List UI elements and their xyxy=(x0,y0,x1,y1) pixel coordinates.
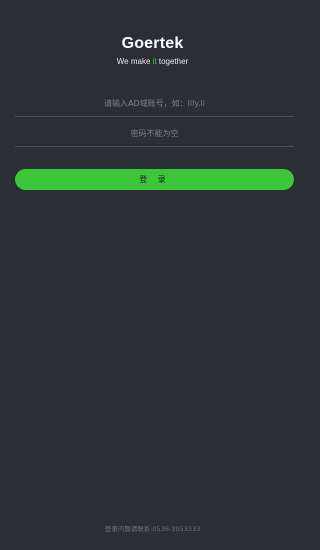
support-contact-text: 登录问题请联系:0536-3053333 xyxy=(104,525,201,533)
tagline-prefix: We make xyxy=(116,57,153,66)
brand-header: Goertek We make it together xyxy=(0,34,305,67)
tagline-suffix: together xyxy=(156,57,189,66)
username-input[interactable] xyxy=(15,89,294,117)
login-button[interactable]: 登 录 xyxy=(15,169,294,190)
goertek-logo: Goertek xyxy=(121,35,184,52)
password-field-container xyxy=(15,119,294,147)
password-input[interactable] xyxy=(15,119,294,147)
username-field-container xyxy=(15,89,294,117)
tagline: We make it together xyxy=(0,57,305,67)
